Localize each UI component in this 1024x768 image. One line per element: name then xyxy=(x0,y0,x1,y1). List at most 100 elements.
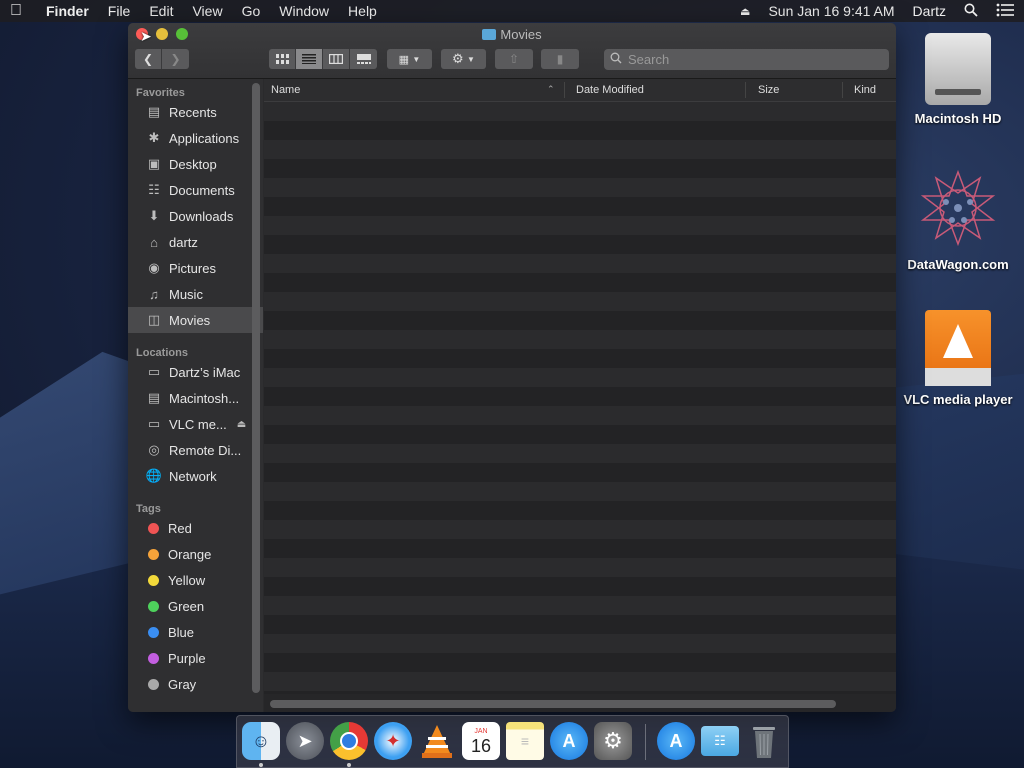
hard-drive-icon xyxy=(925,33,991,105)
menu-help[interactable]: Help xyxy=(348,3,377,19)
dock-downloads-folder[interactable]: ☷ xyxy=(701,726,739,756)
chevron-right-icon: ❯ xyxy=(170,52,181,66)
sidebar-item-documents[interactable]: ☷ Documents xyxy=(128,177,263,203)
notes-lines-icon: ≡ xyxy=(520,733,530,749)
icon-view-button[interactable] xyxy=(269,49,296,69)
column-size[interactable]: Size xyxy=(758,84,779,96)
sidebar-item-downloads[interactable]: ⬇ Downloads xyxy=(128,203,263,229)
apple-menu-icon[interactable]:  xyxy=(10,2,28,20)
tag-button[interactable]: ▮ xyxy=(541,49,579,69)
share-icon: ⇧ xyxy=(508,52,520,66)
sidebar-tag-blue[interactable]: Blue xyxy=(128,619,263,645)
dock-system-preferences[interactable]: ⚙ xyxy=(594,722,632,760)
applications-icon: ✱ xyxy=(148,130,160,145)
column-view-button[interactable] xyxy=(323,49,350,69)
tag-color-dot xyxy=(148,652,159,664)
sidebar-item-pictures[interactable]: ◉ Pictures xyxy=(128,255,263,281)
column-date-modified[interactable]: Date Modified xyxy=(576,84,644,96)
sidebar-item-applications[interactable]: ✱ Applications xyxy=(128,125,263,151)
gallery-icon xyxy=(356,54,371,64)
sidebar-item-remote-disc[interactable]: ◎ Remote Di... xyxy=(128,437,263,463)
sidebar-item-imac[interactable]: ▭ Dartz’s iMac xyxy=(128,359,263,385)
eject-icon[interactable]: ⏏ xyxy=(237,419,246,430)
sidebar-scrollbar[interactable] xyxy=(252,83,260,693)
sidebar-tag-orange[interactable]: Orange xyxy=(128,541,263,567)
calendar-month: JAN xyxy=(474,727,488,735)
menu-go[interactable]: Go xyxy=(242,3,261,19)
menu-file[interactable]: File xyxy=(108,3,131,19)
sidebar-item-vlc[interactable]: ▭ VLC me... ⏏ xyxy=(128,411,263,437)
sort-ascending-icon: ⌃ xyxy=(547,84,555,94)
sidebar-tag-red[interactable]: Red xyxy=(128,515,263,541)
share-button[interactable]: ⇧ xyxy=(495,49,533,69)
tag-color-dot xyxy=(148,600,159,612)
notification-center-icon[interactable] xyxy=(996,3,1014,20)
pictures-icon: ◉ xyxy=(148,260,160,275)
dock-notes[interactable]: ≡ xyxy=(506,722,544,760)
menubar-user[interactable]: Dartz xyxy=(913,3,946,19)
dock-safari[interactable]: ✦ xyxy=(374,722,412,760)
columns-icon xyxy=(329,54,343,64)
desktop-icon-macintosh-hd[interactable]: Macintosh HD xyxy=(903,33,1013,126)
empty-file-rows[interactable] xyxy=(264,102,896,694)
sidebar-item-desktop[interactable]: ▣ Desktop xyxy=(128,151,263,177)
forward-button[interactable]: ❯ xyxy=(162,49,189,69)
dock-vlc[interactable] xyxy=(418,722,456,760)
menubar-clock[interactable]: Sun Jan 16 9:41 AM xyxy=(768,3,894,19)
desktop-icon-vlc[interactable]: VLC media player xyxy=(903,310,1013,407)
back-button[interactable]: ❮ xyxy=(135,49,162,69)
window-titlebar[interactable]: Movies ❮ ❯ ▦ ▼ ⚙ ▼ ⇧ ▮ Search xyxy=(128,23,896,79)
window-title: Movies xyxy=(128,27,896,42)
dock: ☺ ➤ ✦ JAN 16 ≡ A ⚙ A ☷ xyxy=(236,715,789,768)
horizontal-scrollbar[interactable] xyxy=(270,700,836,708)
sidebar-item-recents[interactable]: ▤ Recents xyxy=(128,99,263,125)
gallery-view-button[interactable] xyxy=(350,49,377,69)
menu-app-finder[interactable]: Finder xyxy=(46,3,89,19)
documents-icon: ☷ xyxy=(148,182,160,197)
dock-calendar[interactable]: JAN 16 xyxy=(462,722,500,760)
menu-view[interactable]: View xyxy=(192,3,222,19)
list-icon xyxy=(302,54,316,64)
movies-icon: ◫ xyxy=(147,312,161,327)
sidebar-section-tags: Tags xyxy=(136,503,161,515)
menu-edit[interactable]: Edit xyxy=(149,3,173,19)
list-view-button[interactable] xyxy=(296,49,323,69)
tag-color-dot xyxy=(148,548,159,560)
trash-icon xyxy=(753,727,775,758)
sidebar-item-macintosh-hd[interactable]: ▤ Macintosh... xyxy=(128,385,263,411)
dock-app-store[interactable]: A xyxy=(550,722,588,760)
finder-window: Movies ❮ ❯ ▦ ▼ ⚙ ▼ ⇧ ▮ Search Favorites … xyxy=(128,23,896,712)
column-name[interactable]: Name xyxy=(271,84,300,96)
spotlight-icon[interactable] xyxy=(964,3,978,20)
hard-drive-icon: ▤ xyxy=(147,390,161,405)
finder-face-icon: ☺ xyxy=(251,730,271,751)
sidebar-tag-gray[interactable]: Gray xyxy=(128,671,263,697)
eject-icon[interactable]: ⏏ xyxy=(740,5,750,18)
dock-trash[interactable] xyxy=(745,722,783,760)
desktop-icon-label: DataWagon.com xyxy=(907,257,1009,272)
sidebar-item-movies[interactable]: ◫ Movies xyxy=(128,307,263,333)
menu-window[interactable]: Window xyxy=(279,3,329,19)
action-button[interactable]: ⚙ ▼ xyxy=(441,49,486,69)
tag-color-dot xyxy=(148,678,159,690)
home-icon: ⌂ xyxy=(150,234,158,250)
column-kind[interactable]: Kind xyxy=(854,84,876,96)
tag-icon: ▮ xyxy=(556,52,564,66)
dock-chrome[interactable] xyxy=(330,722,368,760)
sidebar-tag-yellow[interactable]: Yellow xyxy=(128,567,263,593)
file-list: Name ⌃ Date Modified Size Kind xyxy=(264,79,896,712)
dock-launchpad[interactable]: ➤ xyxy=(286,722,324,760)
dock-app-store-download[interactable]: A xyxy=(657,722,695,760)
sidebar-item-network[interactable]: 🌐 Network xyxy=(128,463,263,489)
search-field[interactable]: Search xyxy=(604,49,889,70)
sidebar-tag-purple[interactable]: Purple xyxy=(128,645,263,671)
desktop-icon-datawagon[interactable]: DataWagon.com xyxy=(903,168,1013,272)
sidebar-item-home[interactable]: ⌂ dartz xyxy=(128,229,263,255)
app-store-icon: A xyxy=(562,730,576,751)
rocket-icon: ➤ xyxy=(297,730,313,751)
sidebar-tag-green[interactable]: Green xyxy=(128,593,263,619)
dock-finder[interactable]: ☺ xyxy=(242,722,280,760)
grid-icon xyxy=(275,54,289,64)
group-by-button[interactable]: ▦ ▼ xyxy=(387,49,432,69)
sidebar-item-music[interactable]: ♫ Music xyxy=(128,281,263,307)
